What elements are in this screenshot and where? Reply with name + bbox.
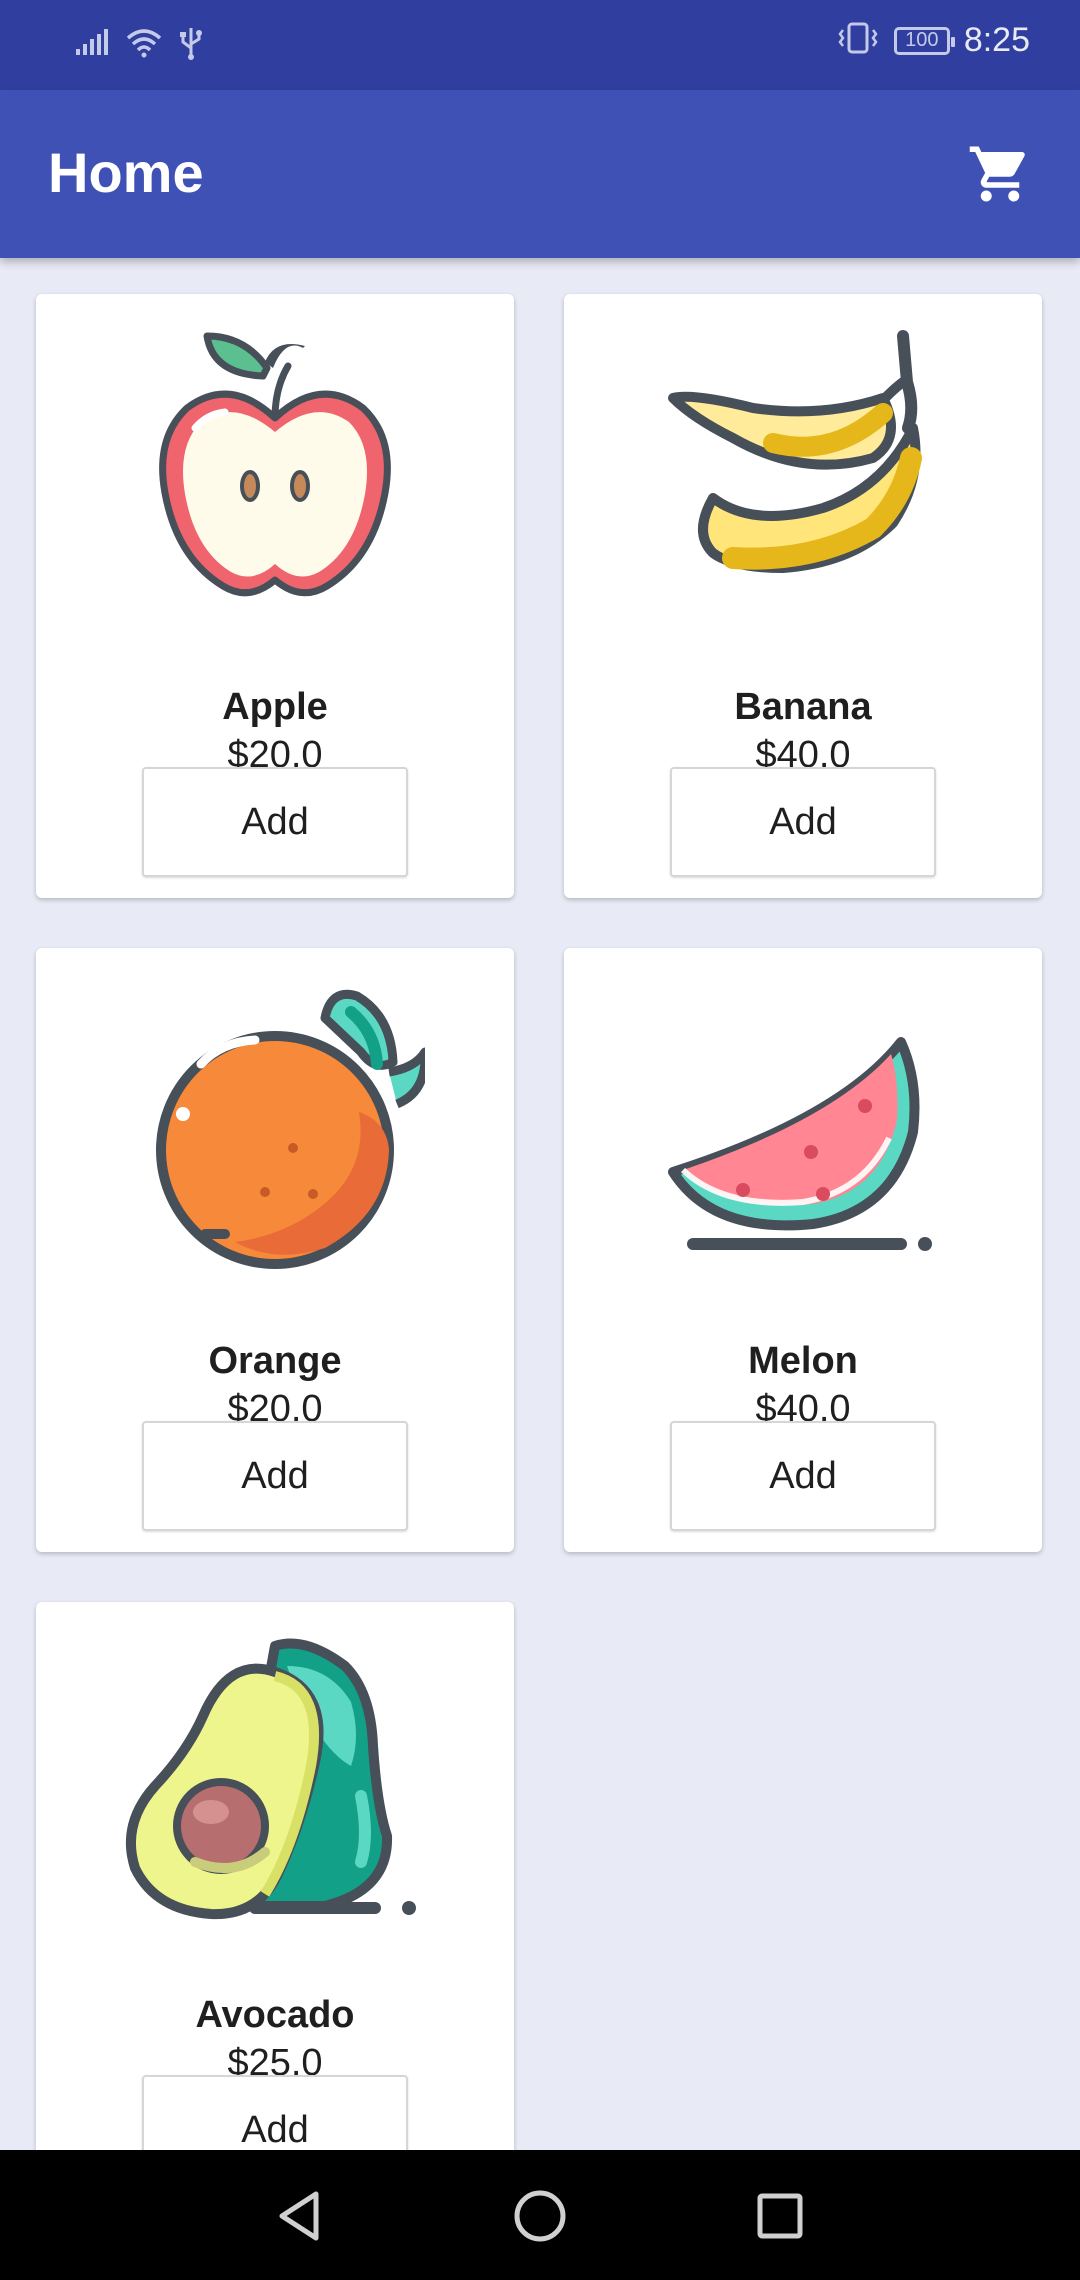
banana-icon [668, 330, 922, 573]
home-icon [514, 2190, 566, 2242]
battery-level: 100 [905, 29, 939, 51]
product-name: Orange [208, 1340, 342, 1382]
product-card-melon: Melon $40.0 Add [564, 948, 1042, 1552]
back-button[interactable] [264, 2180, 336, 2252]
status-bar: 100 8:25 [0, 0, 1080, 90]
battery-icon: 100 [893, 26, 955, 55]
recents-icon [757, 2193, 803, 2239]
product-card-banana: Banana $40.0 Add [564, 294, 1042, 898]
product-name: Avocado [195, 1994, 355, 2036]
product-name: Apple [222, 686, 328, 728]
back-icon [279, 2191, 319, 2241]
page-title: Home [48, 141, 204, 204]
add-button-apple[interactable]: Add [142, 767, 408, 877]
screen: 100 8:25 Home Apple $20.0 Add Banana $40… [0, 0, 1080, 2280]
melon-icon [668, 1037, 932, 1251]
app-bar: Home [0, 90, 1080, 258]
wifi-icon [124, 26, 164, 63]
product-card-orange: Orange $20.0 Add [36, 948, 514, 1552]
product-card-avocado: Avocado $25.0 Add [36, 1602, 514, 2206]
product-card-apple: Apple $20.0 Add [36, 294, 514, 898]
navigation-bar [0, 2150, 1080, 2280]
apple-icon [159, 332, 391, 597]
recents-button[interactable] [744, 2180, 816, 2252]
add-button-orange[interactable]: Add [142, 1421, 408, 1531]
signal-icon [74, 27, 110, 62]
product-name: Banana [734, 686, 872, 728]
orange-icon [156, 989, 425, 1269]
avocado-icon [125, 1638, 416, 1920]
home-button[interactable] [504, 2180, 576, 2252]
status-time: 8:25 [963, 21, 1030, 59]
cart-button[interactable] [956, 130, 1044, 218]
add-button-melon[interactable]: Add [670, 1421, 936, 1531]
vibrate-icon [836, 20, 880, 61]
add-button-banana[interactable]: Add [670, 767, 936, 877]
usb-icon [178, 24, 204, 65]
shopping-cart-icon [969, 146, 1025, 202]
status-right: 100 8:25 [836, 20, 1030, 61]
status-left [74, 24, 204, 65]
product-name: Melon [748, 1340, 858, 1382]
